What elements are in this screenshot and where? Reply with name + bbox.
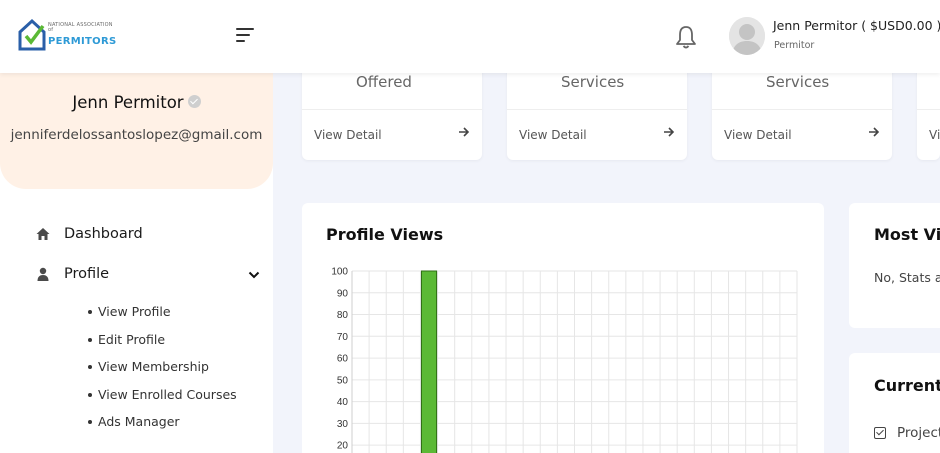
divider bbox=[507, 109, 687, 110]
y-tick-label: 80 bbox=[337, 310, 349, 321]
y-tick-label: 30 bbox=[337, 419, 349, 430]
y-tick-label: 60 bbox=[337, 354, 349, 365]
profile-name: Jenn Permitor bbox=[72, 93, 184, 112]
view-detail-link[interactable]: View Detail bbox=[724, 128, 792, 142]
divider bbox=[302, 109, 482, 110]
logo-house-icon bbox=[18, 18, 46, 51]
checkbox-icon[interactable] bbox=[874, 427, 886, 439]
view-detail-link[interactable]: Vi bbox=[929, 128, 940, 142]
divider bbox=[917, 109, 940, 110]
profile-submenu: View Profile Edit Profile View Membershi… bbox=[88, 304, 237, 442]
y-tick-label: 50 bbox=[337, 375, 349, 386]
stat-card-partial: Vi bbox=[917, 60, 940, 160]
user-name[interactable]: Jenn Permitor ( $USD0.00 ) bbox=[773, 18, 940, 33]
user-icon bbox=[37, 267, 49, 281]
top-bar: NATIONAL ASSOCIATION of PERMITORS Jenn P… bbox=[0, 0, 940, 73]
submenu-item-edit-profile[interactable]: Edit Profile bbox=[88, 332, 237, 360]
chevron-down-icon[interactable] bbox=[248, 270, 260, 280]
sidebar-item-dashboard[interactable]: Dashboard bbox=[36, 226, 143, 242]
home-icon bbox=[36, 228, 50, 240]
submenu-item-view-profile[interactable]: View Profile bbox=[88, 304, 237, 332]
menu-toggle-icon[interactable] bbox=[236, 28, 254, 44]
submenu-item-ads-manager[interactable]: Ads Manager bbox=[88, 414, 237, 442]
view-detail-link[interactable]: View Detail bbox=[519, 128, 587, 142]
most-viewed-card: Most Vie No, Stats a bbox=[849, 203, 940, 328]
submenu-item-view-enrolled-courses[interactable]: View Enrolled Courses bbox=[88, 387, 237, 415]
most-viewed-empty-text: No, Stats a bbox=[874, 270, 940, 285]
profile-views-chart: 100 90 80 70 60 50 40 30 20 bbox=[331, 267, 798, 453]
verified-icon bbox=[187, 95, 201, 108]
stat-card-services: Services View Detail bbox=[507, 60, 687, 160]
y-tick-label: 70 bbox=[337, 332, 349, 343]
y-tick-label: 90 bbox=[337, 288, 349, 299]
arrow-right-icon[interactable] bbox=[868, 126, 880, 138]
current-item-label: Project bbox=[897, 425, 940, 441]
logo-tagline: NATIONAL ASSOCIATION of bbox=[48, 22, 113, 33]
profile-views-card: Profile Views 100 90 80 70 60 50 40 30 20 bbox=[302, 203, 824, 453]
divider bbox=[712, 109, 892, 110]
logo-wordmark: PERMITORS bbox=[48, 36, 117, 47]
avatar[interactable] bbox=[729, 17, 765, 55]
current-card: Current Project bbox=[849, 353, 940, 453]
stat-card-title: Services bbox=[561, 73, 625, 91]
sidebar-item-profile[interactable]: Profile bbox=[36, 266, 109, 282]
stat-card-title: Offered bbox=[356, 73, 412, 91]
logo[interactable]: NATIONAL ASSOCIATION of PERMITORS bbox=[18, 18, 118, 54]
notification-bell-icon[interactable] bbox=[675, 25, 697, 49]
sidebar: Jenn Permitor jenniferdelossantoslopez@g… bbox=[0, 73, 273, 453]
stat-card-offered: Offered View Detail bbox=[302, 60, 482, 160]
stat-card-title: Services bbox=[766, 73, 830, 91]
arrow-right-icon[interactable] bbox=[663, 126, 675, 138]
sidebar-item-label: Dashboard bbox=[64, 226, 143, 242]
profile-card: Jenn Permitor jenniferdelossantoslopez@g… bbox=[0, 73, 273, 189]
submenu-item-view-membership[interactable]: View Membership bbox=[88, 359, 237, 387]
user-role: Permitor bbox=[774, 40, 815, 51]
stat-card-services-2: Services View Detail bbox=[712, 60, 892, 160]
profile-name-row: Jenn Permitor bbox=[0, 93, 273, 112]
y-tick-label: 20 bbox=[337, 441, 349, 452]
arrow-right-icon[interactable] bbox=[458, 126, 470, 138]
profile-email: jenniferdelossantoslopez@gmail.com bbox=[10, 127, 263, 143]
y-tick-label: 40 bbox=[337, 397, 349, 408]
user-silhouette-icon bbox=[729, 17, 765, 55]
most-viewed-title: Most Vie bbox=[874, 225, 940, 244]
bar bbox=[420, 270, 438, 453]
sidebar-item-label: Profile bbox=[64, 266, 110, 282]
current-title: Current bbox=[874, 376, 940, 395]
y-tick-label: 100 bbox=[331, 267, 348, 278]
view-detail-link[interactable]: View Detail bbox=[314, 128, 382, 142]
